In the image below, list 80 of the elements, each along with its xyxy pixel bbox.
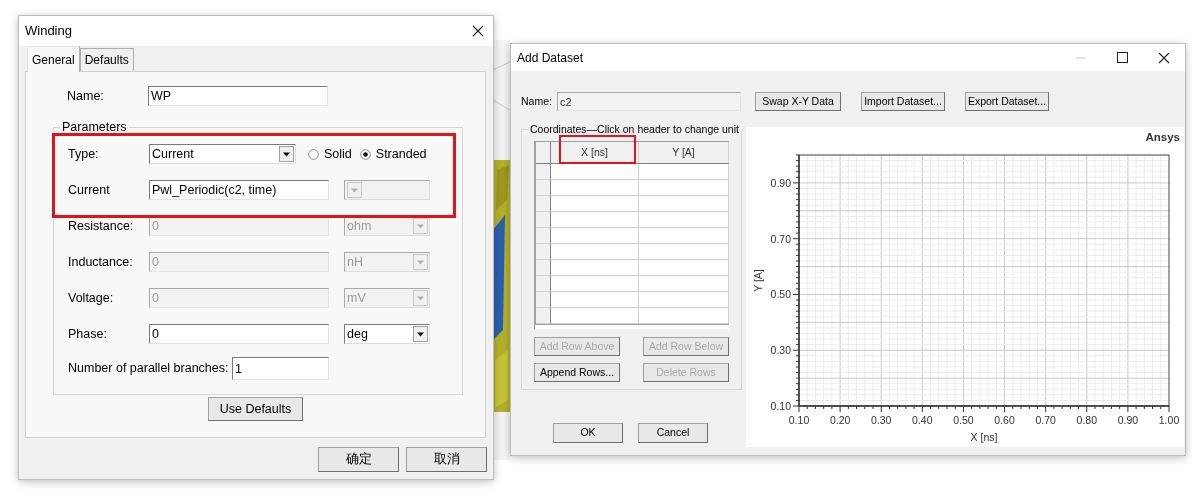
caret-icon — [279, 146, 294, 162]
tick-label: 0.50 — [953, 414, 974, 426]
tick-label: 0.20 — [829, 414, 851, 426]
window-title: Add Dataset — [517, 49, 585, 67]
tick-label: 0.50 — [770, 288, 791, 301]
group-label: Parameters — [60, 121, 129, 134]
dropdown[interactable]: deg — [344, 324, 430, 344]
close-icon[interactable] — [472, 25, 484, 37]
axis-title: Y [A] — [752, 269, 764, 292]
row-button: Delete Rows — [643, 363, 729, 382]
row-header[interactable] — [536, 260, 551, 276]
field-label: Name: — [521, 93, 553, 109]
tick-label: 0.10 — [770, 400, 791, 412]
tick-label: 0.70 — [1035, 414, 1056, 426]
row-header[interactable] — [536, 212, 551, 228]
row-header[interactable] — [536, 292, 551, 308]
dialog-button[interactable]: Cancel — [638, 423, 708, 443]
chart-title: Ansys — [1145, 131, 1180, 143]
field-label: Type: — [68, 145, 100, 163]
corner-cell — [536, 142, 551, 164]
caret-icon — [413, 326, 428, 342]
row-header[interactable] — [536, 276, 551, 292]
dropdown: nH — [344, 252, 430, 272]
row-header[interactable] — [536, 196, 551, 212]
window-title: Winding — [25, 22, 73, 41]
row-header[interactable] — [536, 228, 551, 244]
row-header[interactable] — [536, 308, 551, 324]
dropdown[interactable]: Current — [149, 144, 296, 164]
field-label: Current — [68, 181, 111, 199]
row-button: Add Row Above — [534, 337, 620, 356]
tick-label: 0.30 — [871, 414, 892, 426]
caret-icon — [413, 290, 428, 306]
field-label: Phase: — [68, 325, 108, 343]
tick-label: 0.30 — [770, 344, 791, 357]
input-field[interactable]: c2 — [557, 92, 741, 111]
group-label: Coordinates—Click on header to change unit — [528, 124, 741, 135]
input-field[interactable]: 1 — [232, 357, 329, 380]
input-field[interactable]: WP — [148, 86, 328, 106]
toolbar-button[interactable]: Export Dataset... — [965, 92, 1049, 111]
row-button[interactable]: Append Rows... — [534, 363, 620, 382]
maximize-icon[interactable] — [1117, 52, 1128, 63]
input-field: 0 — [149, 252, 329, 272]
tick-label: 0.10 — [788, 414, 810, 426]
row-header[interactable] — [536, 164, 551, 180]
toolbar-button[interactable]: Swap X-Y Data — [755, 92, 841, 111]
field-label: Name: — [67, 87, 105, 105]
input-field: 0 — [149, 288, 329, 308]
row-button: Add Row Below — [643, 337, 729, 356]
radio-button[interactable]: Solid — [308, 144, 352, 164]
tick-label: 0.60 — [994, 414, 1015, 426]
input-field[interactable]: Pwl_Periodic(c2, time) — [149, 180, 329, 200]
tick-label: 0.90 — [770, 176, 791, 189]
tick-label: 0.90 — [1117, 414, 1139, 426]
close-icon[interactable] — [1158, 51, 1170, 64]
use-defaults-button[interactable]: Use Defaults — [208, 397, 303, 421]
dialog-button[interactable]: 取消 — [406, 447, 487, 472]
input-field: 0 — [149, 216, 329, 236]
dialog-button[interactable]: OK — [553, 423, 623, 443]
tick-label: 0.80 — [1076, 414, 1097, 426]
toolbar-button[interactable]: Import Dataset... — [861, 92, 945, 111]
dialog-button[interactable]: 确定 — [318, 447, 399, 472]
tick-label: 0.40 — [912, 414, 933, 426]
dropdown: ohm — [344, 216, 430, 236]
tab[interactable]: General — [27, 46, 80, 72]
field-label: Number of parallel branches: — [68, 360, 230, 378]
field-label: Resistance: — [68, 217, 135, 235]
row-header[interactable] — [536, 180, 551, 196]
axis-title: X [ns] — [970, 431, 998, 443]
radio-button[interactable]: Stranded — [359, 144, 427, 164]
tab[interactable]: Defaults — [79, 48, 134, 71]
caret-icon — [413, 254, 428, 270]
column-header[interactable]: Y [A] — [639, 142, 729, 164]
tick-label: 1.00 — [1158, 414, 1180, 426]
dropdown: mV — [344, 288, 430, 308]
field-label: Inductance: — [68, 253, 134, 271]
row-header[interactable] — [536, 244, 551, 260]
tick-label: 0.70 — [770, 232, 791, 245]
field-label: Voltage: — [68, 289, 115, 307]
input-field[interactable]: 0 — [149, 324, 329, 344]
caret-icon — [413, 218, 428, 234]
